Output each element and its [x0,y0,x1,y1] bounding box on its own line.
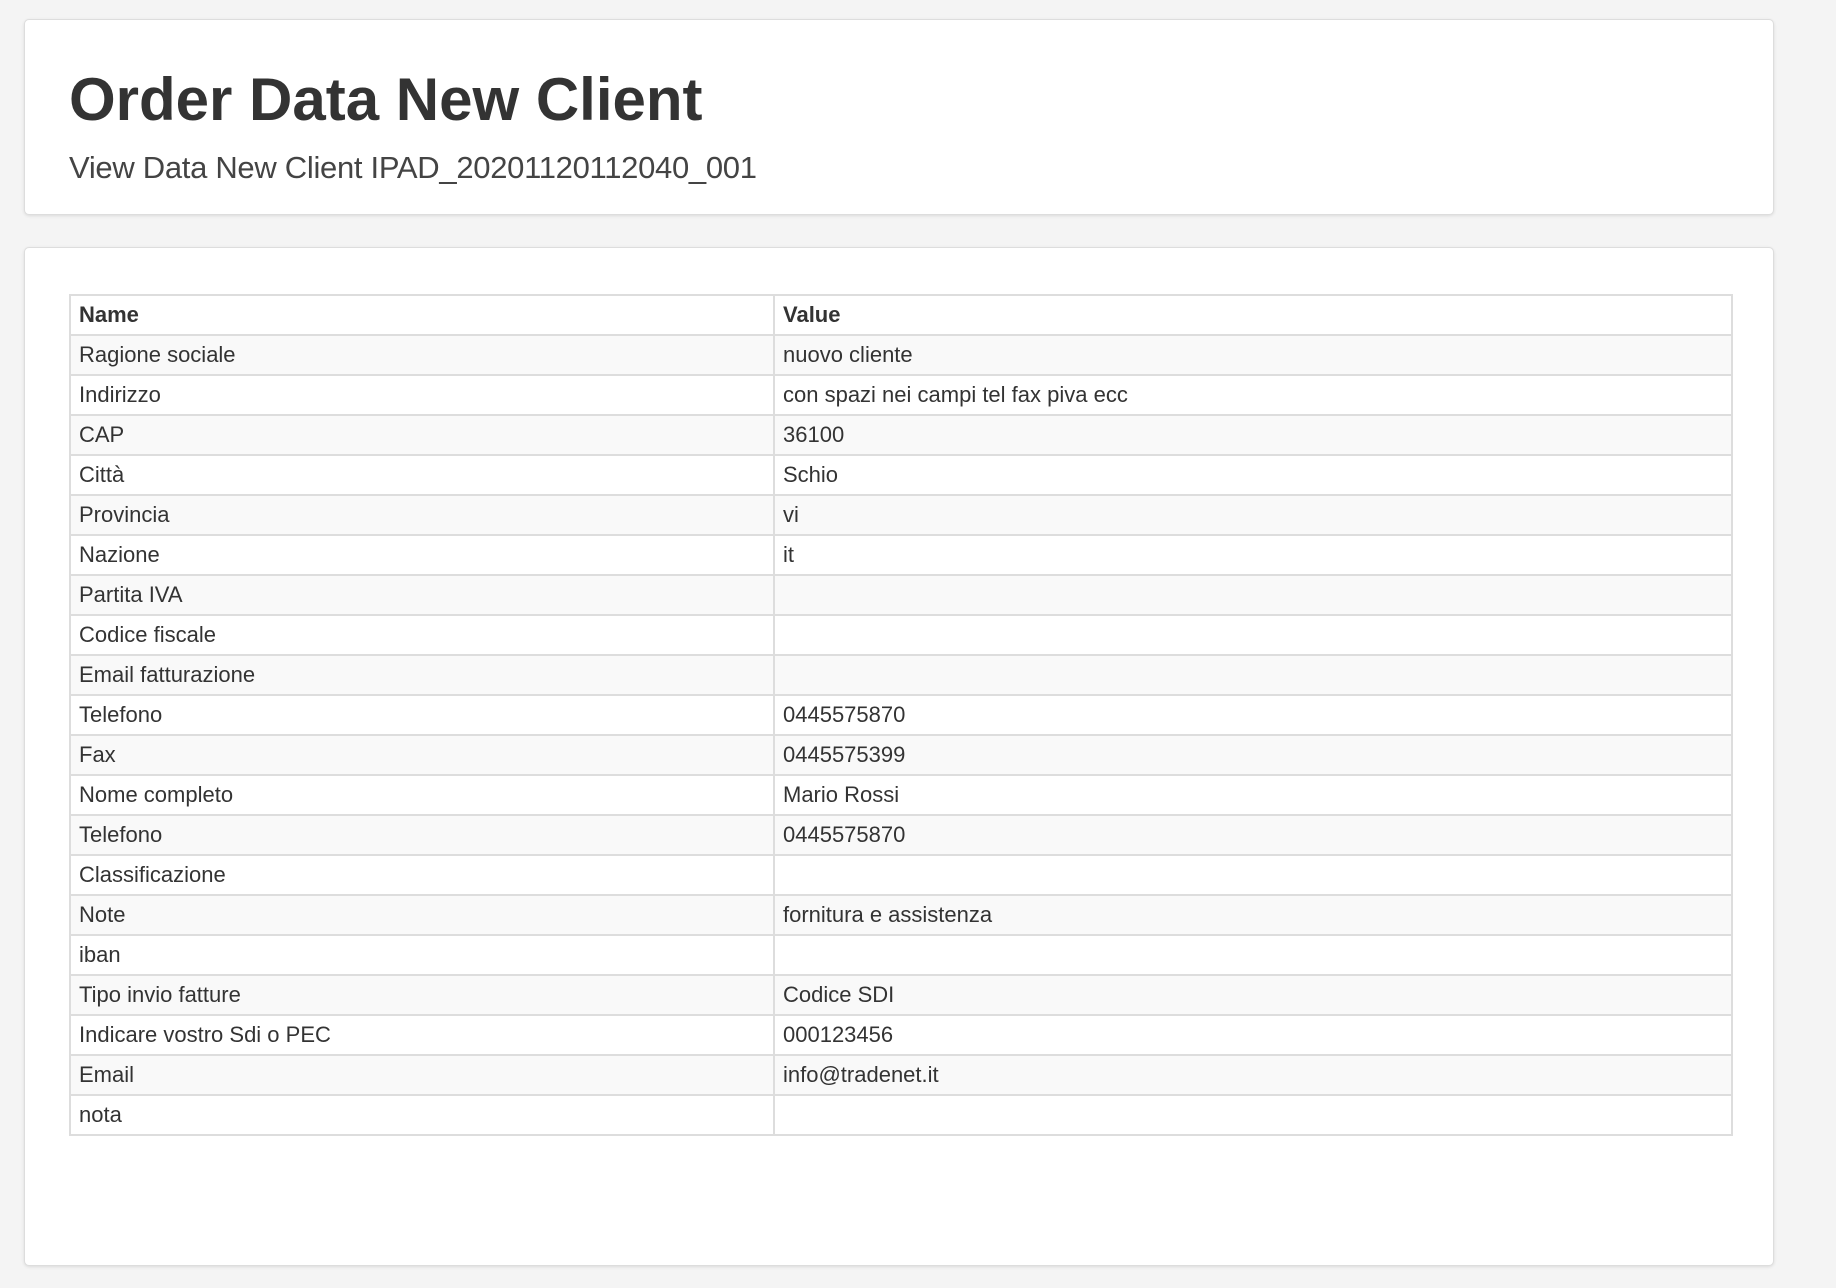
table-row: Email info@tradenet.it [69,1054,1733,1096]
table-row: Telefono 0445575870 [69,694,1733,736]
field-name: Classificazione [69,854,775,896]
table-row: Indirizzo con spazi nei campi tel fax piv… [69,374,1733,416]
table-row: Indicare vostro Sdi o PEC 000123456 [69,1014,1733,1056]
field-value [773,654,1733,696]
page-header-panel: Order Data New Client View Data New Clie… [24,19,1774,215]
column-header-name: Name [69,294,775,336]
field-value: 0445575870 [773,694,1733,736]
table-row: Nome completo Mario Rossi [69,774,1733,816]
table-row: Tipo invio fatture Codice SDI [69,974,1733,1016]
table-header-row: Name Value [69,294,1733,336]
table-header: Name Value [69,294,1733,336]
table-row: CAP 36100 [69,414,1733,456]
table-row: Classificazione [69,854,1733,896]
field-value: 0445575870 [773,814,1733,856]
column-header-value: Value [773,294,1733,336]
field-value: fornitura e assistenza [773,894,1733,936]
field-name: nota [69,1094,775,1136]
field-name: Tipo invio fatture [69,974,775,1016]
field-name: Fax [69,734,775,776]
field-value [773,934,1733,976]
field-value: vi [773,494,1733,536]
field-name: Email fatturazione [69,654,775,696]
field-name: Nazione [69,534,775,576]
field-name: Email [69,1054,775,1096]
table-body: Ragione sociale nuovo cliente Indirizzo co… [69,334,1733,1136]
table-row: Provincia vi [69,494,1733,536]
field-name: CAP [69,414,775,456]
field-name: Indirizzo [69,374,775,416]
table-row: Email fatturazione [69,654,1733,696]
table-row: Telefono 0445575870 [69,814,1733,856]
field-name: Note [69,894,775,936]
field-name: iban [69,934,775,976]
field-value: 000123456 [773,1014,1733,1056]
field-name: Telefono [69,694,775,736]
client-data-table: Name Value Ragione sociale nuovo cliente … [69,294,1733,1136]
field-value: 0445575399 [773,734,1733,776]
field-value: Codice SDI [773,974,1733,1016]
field-value [773,1094,1733,1136]
field-name: Città [69,454,775,496]
page-title: Order Data New Client [69,66,703,133]
table-row: Note fornitura e assistenza [69,894,1733,936]
client-data-panel: Name Value Ragione sociale nuovo cliente … [24,247,1774,1266]
field-value: 36100 [773,414,1733,456]
field-value [773,614,1733,656]
field-name: Partita IVA [69,574,775,616]
table-row: Città Schio [69,454,1733,496]
field-name: Ragione sociale [69,334,775,376]
table-row: Codice fiscale [69,614,1733,656]
field-value: con spazi nei campi tel fax piva ecc [773,374,1733,416]
field-name: Telefono [69,814,775,856]
table-row: Ragione sociale nuovo cliente [69,334,1733,376]
field-name: Indicare vostro Sdi o PEC [69,1014,775,1056]
field-name: Codice fiscale [69,614,775,656]
table-row: nota [69,1094,1733,1136]
field-value [773,854,1733,896]
field-name: Provincia [69,494,775,536]
table-row: Nazione it [69,534,1733,576]
field-value: Schio [773,454,1733,496]
table-row: Partita IVA [69,574,1733,616]
table-row: iban [69,934,1733,976]
table-row: Fax 0445575399 [69,734,1733,776]
field-value: it [773,534,1733,576]
field-value: Mario Rossi [773,774,1733,816]
field-value [773,574,1733,616]
field-name: Nome completo [69,774,775,816]
field-value: info@tradenet.it [773,1054,1733,1096]
page-subtitle: View Data New Client IPAD_20201120112040… [69,150,757,185]
field-value: nuovo cliente [773,334,1733,376]
